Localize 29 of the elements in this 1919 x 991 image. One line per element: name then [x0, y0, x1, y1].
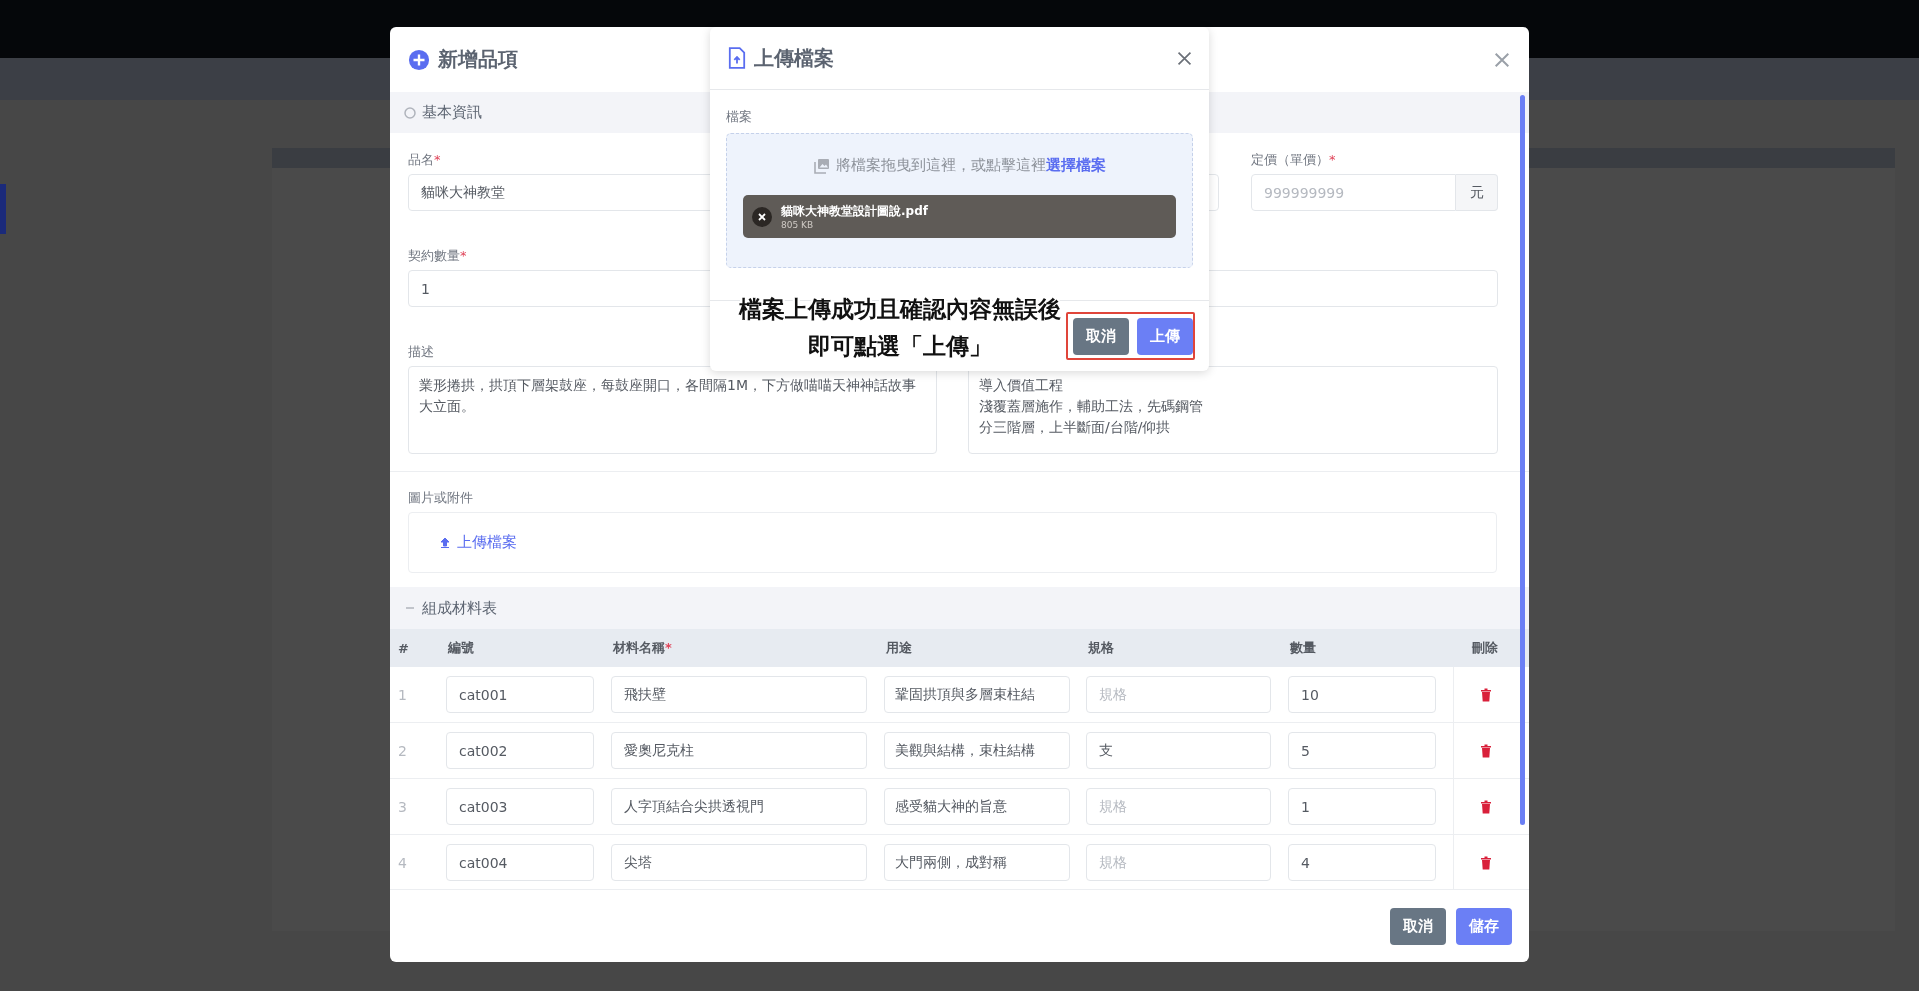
field-label: 契約數量* [408, 247, 467, 264]
required-mark: * [665, 640, 672, 655]
required-mark: * [434, 152, 441, 167]
drop-hint: 將檔案拖曳到這裡，或點擊這裡 [835, 156, 1046, 175]
field-label: 品名* [408, 151, 441, 168]
row-number: 2 [397, 742, 408, 759]
annotation-text: 即可點選「上傳」 [808, 332, 992, 361]
field-label: 定價（單價）* [1251, 151, 1336, 168]
field-label: 圖片或附件 [408, 489, 473, 506]
section-title: 組成材料表 [422, 598, 497, 618]
column-header: 材料名稱* [612, 639, 673, 657]
file-size: 805 KB [781, 220, 815, 230]
field-label: 描述 [408, 343, 434, 360]
row-number: 3 [397, 798, 408, 815]
required-mark: * [460, 248, 467, 263]
column-header: 編號 [446, 639, 475, 657]
dialog-title: 新增品項 [438, 46, 518, 73]
column-header: 數量 [1289, 639, 1317, 657]
field-label: 檔案 [726, 108, 753, 126]
column-header: 刪除 [1471, 639, 1499, 657]
column-header: 規格 [1087, 639, 1115, 657]
dialog-title: 上傳檔案 [754, 44, 834, 72]
column-header: 用途 [885, 639, 913, 657]
section-title: 基本資訊 [422, 103, 482, 122]
column-header: # [397, 640, 410, 656]
unit-addon: 元 [1456, 174, 1498, 211]
row-number: 4 [397, 854, 408, 871]
row-number: 1 [397, 686, 408, 703]
required-mark: * [1329, 152, 1336, 167]
